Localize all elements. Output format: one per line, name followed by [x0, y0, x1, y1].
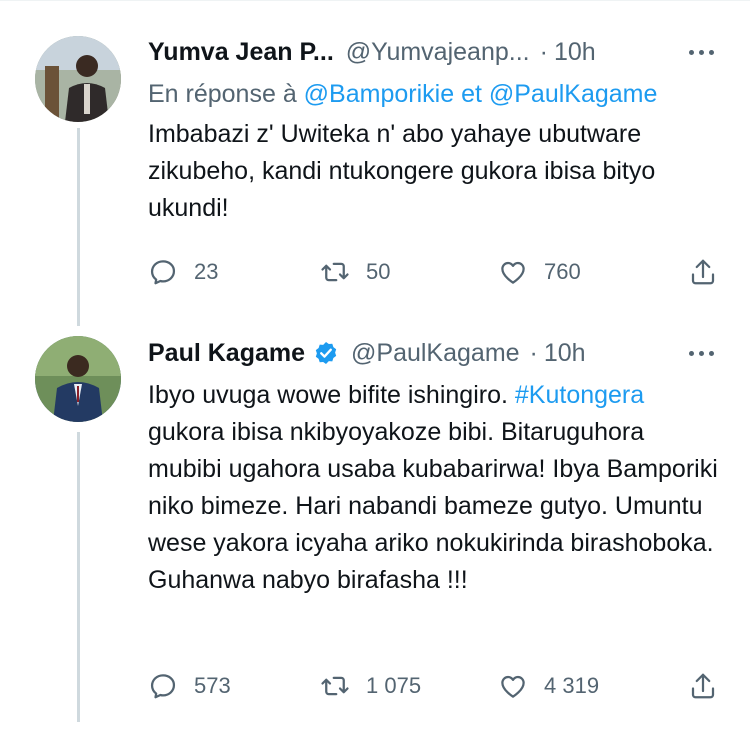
- avatar-photo: [35, 336, 121, 422]
- reply-count: 23: [194, 259, 219, 284]
- tweet-header: Paul Kagame @PaulKagame · 10h: [148, 331, 718, 375]
- share-button[interactable]: [688, 257, 734, 287]
- heart-icon: [501, 675, 525, 698]
- top-divider: [0, 0, 750, 1]
- share-icon: [691, 673, 715, 699]
- retweet-count: 50: [366, 259, 391, 284]
- author-handle[interactable]: @Yumvajeanp...: [346, 38, 530, 67]
- author-handle[interactable]: @PaulKagame: [351, 339, 520, 368]
- more-options-icon[interactable]: [684, 341, 718, 365]
- retweet-button[interactable]: 1 075: [320, 671, 421, 701]
- heart-icon: [501, 261, 525, 284]
- reply-separator: et: [461, 80, 482, 108]
- reply-context: En réponse à @Bamporikie et @PaulKagame: [148, 74, 718, 114]
- tweet-header: Yumva Jean P... @Yumvajeanp... · 10h: [148, 30, 718, 74]
- like-button[interactable]: 4 319: [498, 671, 599, 701]
- avatar[interactable]: [35, 336, 121, 422]
- tweet-text: Imbabazi z' Uwiteka n' abo yahaye ubutwa…: [148, 120, 656, 222]
- tweet-text-part: gukora ibisa nkibyoyakoze bibi. Bitarugu…: [148, 418, 718, 594]
- retweet-button[interactable]: 50: [320, 257, 390, 287]
- mention-link[interactable]: @PaulKagame: [489, 80, 658, 108]
- tweet-actions: 23 50 760: [148, 252, 718, 292]
- avatar[interactable]: [35, 36, 121, 122]
- retweet-icon: [321, 676, 349, 696]
- tweet-text-part: Ibyo uvuga wowe bifite ishingiro.: [148, 381, 508, 409]
- separator-dot: ·: [539, 37, 548, 66]
- separator-dot: ·: [529, 338, 538, 367]
- author-name[interactable]: Paul Kagame: [148, 339, 305, 368]
- reply-count: 573: [194, 673, 231, 698]
- mention-link[interactable]: @Bamporikie: [304, 80, 454, 108]
- reply-button[interactable]: 23: [148, 257, 218, 287]
- like-button[interactable]: 760: [498, 257, 581, 287]
- tweet-actions: 573 1 075 4 319: [148, 666, 718, 706]
- like-count: 4 319: [544, 673, 600, 698]
- thread-connector-line: [77, 128, 80, 326]
- author-name[interactable]: Yumva Jean P...: [148, 38, 334, 67]
- tweet[interactable]: Paul Kagame @PaulKagame · 10h Ibyo uvuga…: [148, 331, 718, 699]
- tweet-text: Ibyo uvuga wowe bifite ishingiro. #Kuton…: [148, 377, 718, 599]
- tweet[interactable]: Yumva Jean P... @Yumvajeanp... · 10h En …: [148, 30, 718, 285]
- timestamp[interactable]: 10h: [544, 339, 586, 368]
- verified-badge-icon: [315, 341, 337, 365]
- avatar-photo: [35, 36, 121, 122]
- share-button[interactable]: [688, 671, 734, 701]
- more-options-icon[interactable]: [684, 40, 718, 64]
- reply-icon: [150, 260, 176, 285]
- hashtag-link[interactable]: #Kutongera: [515, 381, 644, 409]
- reply-icon: [150, 674, 176, 699]
- like-count: 760: [544, 259, 581, 284]
- thread-connector-line: [77, 432, 80, 722]
- retweet-count: 1 075: [366, 673, 422, 698]
- share-icon: [691, 259, 715, 285]
- reply-button[interactable]: 573: [148, 671, 231, 701]
- reply-prefix: En réponse à: [148, 80, 297, 108]
- timestamp[interactable]: 10h: [554, 38, 596, 67]
- retweet-icon: [321, 262, 349, 282]
